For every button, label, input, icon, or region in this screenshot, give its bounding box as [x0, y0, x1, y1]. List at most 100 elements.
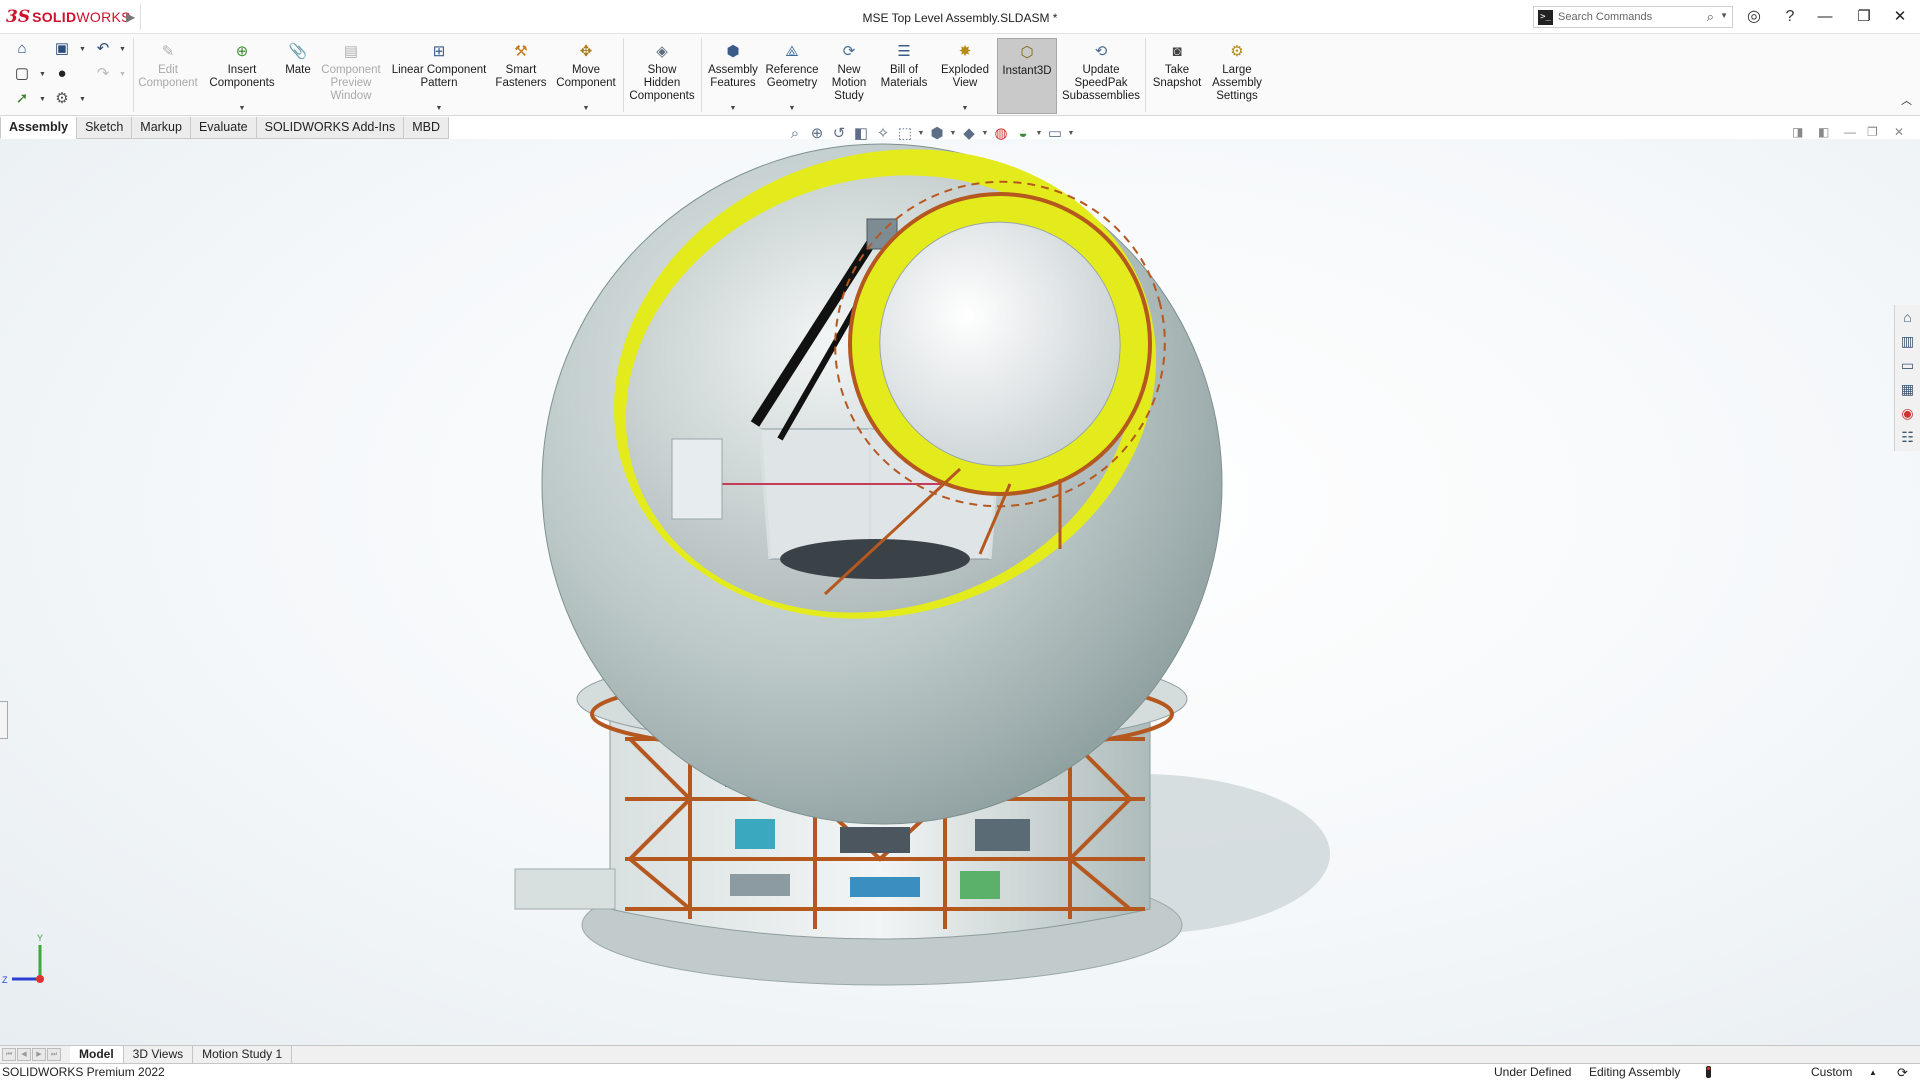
- chevron-down-icon[interactable]: ▼: [1720, 11, 1728, 20]
- feature-tree-flyout-handle[interactable]: [0, 701, 8, 739]
- zoom-to-fit-icon[interactable]: ⌕: [784, 125, 806, 142]
- zoom-area-icon[interactable]: ⊕: [806, 124, 828, 142]
- solidworks-resources-home-icon[interactable]: ⌂: [1895, 305, 1920, 329]
- update-speedpak-button[interactable]: ⟲ Update SpeedPak Subassemblies: [1061, 38, 1141, 114]
- chevron-down-icon[interactable]: ▼: [948, 130, 958, 137]
- linear-component-pattern-button[interactable]: ⊞ Linear Component Pattern ▼: [389, 38, 489, 114]
- bill-of-materials-button[interactable]: ☰ Bill of Materials: [876, 38, 932, 114]
- design-library-icon[interactable]: ▥: [1895, 329, 1920, 353]
- exploded-view-button[interactable]: ✸ Exploded View ▼: [935, 38, 995, 114]
- first-tab-icon[interactable]: ⏮: [2, 1048, 16, 1061]
- chevron-down-icon[interactable]: ▼: [789, 105, 796, 112]
- command-prompt-icon: >_: [1538, 9, 1553, 25]
- options-gear-icon[interactable]: ⚙: [51, 88, 73, 110]
- tab-addins[interactable]: SOLIDWORKS Add-Ins: [255, 117, 405, 139]
- move-component-button[interactable]: ✥ Move Component ▼: [552, 38, 620, 114]
- chevron-down-icon[interactable]: ▼: [79, 46, 86, 53]
- chevron-down-icon[interactable]: ▼: [962, 105, 969, 112]
- tab-mbd[interactable]: MBD: [403, 117, 450, 139]
- assembly-model-render[interactable]: Y Z: [0, 139, 1920, 1045]
- edit-appearance-icon[interactable]: ◍: [990, 124, 1012, 142]
- chevron-down-icon[interactable]: ▼: [916, 130, 926, 137]
- tab-3d-views[interactable]: 3D Views: [124, 1046, 194, 1064]
- dynamic-annotation-icon[interactable]: ✧: [872, 124, 894, 142]
- chevron-down-icon[interactable]: ▼: [583, 105, 590, 112]
- tab-evaluate[interactable]: Evaluate: [189, 117, 257, 139]
- chevron-down-icon[interactable]: ▼: [119, 71, 126, 78]
- apply-scene-icon[interactable]: ◒: [1012, 125, 1034, 142]
- hide-show-items-icon[interactable]: ◆: [958, 124, 980, 142]
- product-version: SOLIDWORKS Premium 2022: [2, 1065, 165, 1079]
- mate-button[interactable]: 📎 Mate: [281, 38, 315, 114]
- display-style-icon[interactable]: ⬢: [926, 124, 948, 142]
- next-tab-icon[interactable]: ▶: [32, 1048, 46, 1061]
- chevron-down-icon[interactable]: ▼: [39, 71, 46, 78]
- help-icon[interactable]: ?: [1779, 6, 1801, 28]
- viewport-close-icon[interactable]: ✕: [1894, 125, 1904, 139]
- restore-button[interactable]: ❐: [1847, 4, 1881, 30]
- minimize-button[interactable]: —: [1808, 4, 1842, 30]
- tab-motion-study-1[interactable]: Motion Study 1: [193, 1046, 293, 1064]
- search-commands-box[interactable]: >_ ⌕ ▼: [1533, 6, 1733, 28]
- smart-fasteners-button[interactable]: ⚒ Smart Fasteners: [492, 38, 550, 114]
- chevron-down-icon[interactable]: ▼: [39, 96, 46, 103]
- large-assembly-settings-button[interactable]: ⚙ Large Assembly Settings: [1207, 38, 1267, 114]
- view-settings-monitor-icon[interactable]: ▭: [1044, 124, 1066, 142]
- viewport-split-left-icon[interactable]: ◨: [1792, 125, 1803, 139]
- viewport-split-right-icon[interactable]: ◧: [1818, 125, 1829, 139]
- reference-geometry-button[interactable]: ⟁ Reference Geometry ▼: [762, 38, 822, 114]
- viewport-minimize-icon[interactable]: —: [1844, 125, 1856, 139]
- instant3d-button[interactable]: ⬡ Instant3D: [997, 38, 1057, 114]
- menu-expand-arrow-icon[interactable]: ▶: [126, 10, 135, 24]
- rebuild-traffic-light-icon[interactable]: ●: [51, 63, 73, 85]
- select-icon[interactable]: ➚: [11, 88, 33, 110]
- view-palette-icon[interactable]: ▦: [1895, 377, 1920, 401]
- chevron-up-icon[interactable]: ▲: [1869, 1068, 1877, 1077]
- home-icon[interactable]: ⌂: [11, 38, 33, 60]
- unit-system[interactable]: Custom: [1811, 1065, 1852, 1079]
- search-commands-input[interactable]: [1558, 11, 1698, 23]
- edit-component-button[interactable]: ✎ Edit Component: [136, 38, 200, 114]
- viewport-restore-icon[interactable]: ❐: [1867, 125, 1878, 139]
- component-preview-window-button[interactable]: ▤ Component Preview Window: [318, 38, 384, 114]
- insert-components-button[interactable]: ⊕ Insert Components ▼: [204, 38, 280, 114]
- custom-properties-icon[interactable]: ☷: [1895, 425, 1920, 449]
- chevron-down-icon[interactable]: ▼: [730, 105, 737, 112]
- new-document-icon[interactable]: ▢: [11, 63, 33, 85]
- show-hidden-components-button[interactable]: ◈ Show Hidden Components: [626, 38, 698, 114]
- user-account-icon[interactable]: ◎: [1743, 6, 1765, 28]
- command-manager-tabs: Assembly Sketch Markup Evaluate SOLIDWOR…: [0, 117, 450, 139]
- prev-tab-icon[interactable]: ◀: [17, 1048, 31, 1061]
- chevron-down-icon[interactable]: ▼: [119, 46, 126, 53]
- section-view-icon[interactable]: ◧: [850, 124, 872, 142]
- save-icon[interactable]: ▣: [51, 38, 73, 60]
- assembly-features-button[interactable]: ⬢ Assembly Features ▼: [704, 38, 762, 114]
- tab-markup[interactable]: Markup: [131, 117, 191, 139]
- solidworks-notifications-icon[interactable]: ⟳: [1897, 1065, 1908, 1080]
- close-button[interactable]: ✕: [1883, 4, 1917, 30]
- linear-pattern-icon: ⊞: [432, 43, 446, 60]
- search-icon[interactable]: ⌕: [1707, 9, 1714, 25]
- undo-icon[interactable]: ↶: [92, 38, 114, 60]
- chevron-down-icon[interactable]: ▼: [980, 130, 990, 137]
- new-motion-study-button[interactable]: ⟳ New Motion Study: [824, 38, 874, 114]
- view-orientation-icon[interactable]: ⬚: [894, 124, 916, 142]
- rebuild-status-icon[interactable]: [1706, 1066, 1711, 1078]
- chevron-down-icon[interactable]: ▼: [239, 105, 246, 112]
- tab-assembly[interactable]: Assembly: [0, 117, 78, 139]
- chevron-down-icon[interactable]: ▼: [1034, 130, 1044, 137]
- take-snapshot-button[interactable]: ◙ Take Snapshot: [1148, 38, 1206, 114]
- tab-model[interactable]: Model: [70, 1046, 124, 1064]
- appearances-icon[interactable]: ◉: [1895, 401, 1920, 425]
- graphics-area[interactable]: Y Z ⌂ ▥ ▭ ▦ ◉ ☷: [0, 139, 1920, 1045]
- collapse-ribbon-chevron-up-icon[interactable]: ︿: [1901, 92, 1912, 108]
- chevron-down-icon[interactable]: ▼: [436, 105, 443, 112]
- redo-icon[interactable]: ↷: [92, 63, 114, 85]
- solidworks-logo[interactable]: 3S SOLIDWORKS: [6, 7, 131, 27]
- last-tab-icon[interactable]: ⏭: [47, 1048, 61, 1061]
- file-explorer-folder-icon[interactable]: ▭: [1895, 353, 1920, 377]
- tab-sketch[interactable]: Sketch: [76, 117, 133, 139]
- chevron-down-icon[interactable]: ▼: [79, 96, 86, 103]
- previous-view-icon[interactable]: ↺: [828, 124, 850, 142]
- chevron-down-icon[interactable]: ▼: [1066, 130, 1076, 137]
